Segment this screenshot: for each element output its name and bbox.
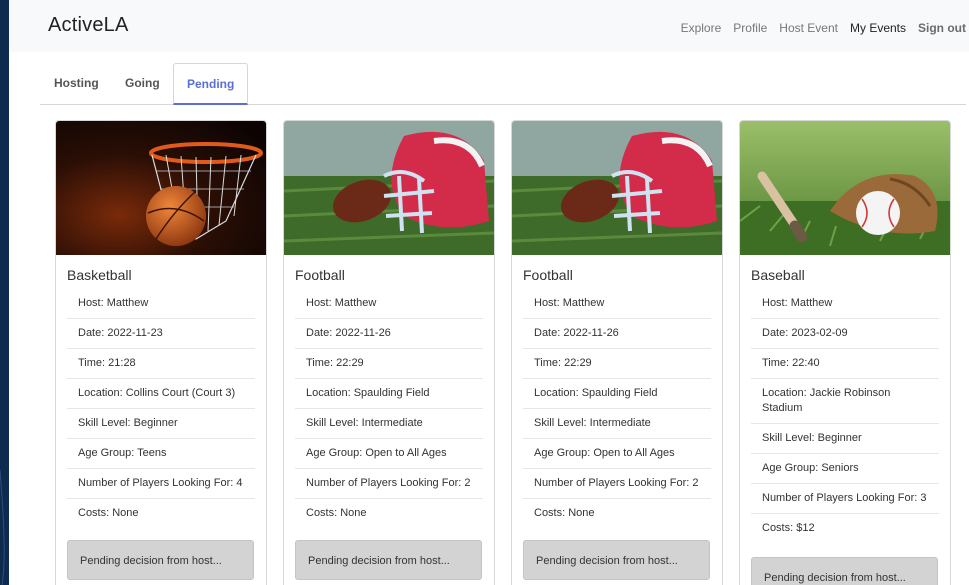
brand-logo[interactable]: ActiveLA	[48, 14, 129, 37]
date-item: Date: 2022-11-26	[523, 319, 711, 349]
host-item: Host: Matthew	[751, 289, 939, 319]
time-item: Time: 22:29	[295, 349, 483, 379]
tab-hosting[interactable]: Hosting	[54, 63, 99, 104]
tab-pending[interactable]: Pending	[173, 63, 249, 105]
host-item: Host: Matthew	[523, 289, 711, 319]
location-item: Location: Collins Court (Court 3)	[67, 379, 255, 409]
age-group-item: Age Group: Seniors	[751, 454, 939, 484]
age-group-item: Age Group: Open to All Ages	[523, 439, 711, 469]
skill-level-item: Skill Level: Beginner	[751, 424, 939, 454]
skill-level-item: Skill Level: Intermediate	[523, 409, 711, 439]
nav-host-event[interactable]: Host Event	[779, 21, 838, 35]
host-item: Host: Matthew	[67, 289, 255, 319]
navbar: ActiveLA Explore Profile Host Event My E…	[9, 0, 969, 52]
players-item: Number of Players Looking For: 2	[295, 469, 483, 499]
skill-level-item: Skill Level: Intermediate	[295, 409, 483, 439]
pending-status-button[interactable]: Pending decision from host...	[751, 557, 938, 585]
age-group-item: Age Group: Teens	[67, 439, 255, 469]
tab-going[interactable]: Going	[125, 63, 160, 104]
players-item: Number of Players Looking For: 4	[67, 469, 255, 499]
players-item: Number of Players Looking For: 3	[751, 484, 939, 514]
football-image	[284, 121, 494, 255]
costs-item: Costs: None	[78, 507, 139, 519]
event-details-list: Host: Matthew Date: 2022-11-26 Time: 22:…	[523, 289, 711, 528]
basketball-image	[56, 121, 266, 255]
time-item: Time: 22:40	[751, 349, 939, 379]
age-group-item: Age Group: Open to All Ages	[295, 439, 483, 469]
nav-sign-out[interactable]: Sign out	[918, 21, 966, 35]
event-card: Basketball Host: Matthew Date: 2022-11-2…	[55, 120, 267, 585]
skill-level-item: Skill Level: Beginner	[67, 409, 255, 439]
nav-explore[interactable]: Explore	[681, 21, 722, 35]
nav-links: Explore Profile Host Event My Events Sig…	[669, 21, 966, 35]
location-item: Location: Spaulding Field	[295, 379, 483, 409]
nav-profile[interactable]: Profile	[733, 21, 767, 35]
event-details-list: Host: Matthew Date: 2022-11-23 Time: 21:…	[67, 289, 255, 528]
card-title: Baseball	[751, 267, 805, 283]
event-card: Baseball Host: Matthew Date: 2023-02-09 …	[739, 120, 951, 585]
event-card: Football Host: Matthew Date: 2022-11-26 …	[511, 120, 723, 585]
card-title: Football	[295, 267, 345, 283]
baseball-image	[740, 121, 950, 255]
card-title: Football	[523, 267, 573, 283]
time-item: Time: 21:28	[67, 349, 255, 379]
card-title: Basketball	[67, 267, 132, 283]
date-item: Date: 2022-11-23	[67, 319, 255, 349]
event-details-list: Host: Matthew Date: 2022-11-26 Time: 22:…	[295, 289, 483, 528]
host-item: Host: Matthew	[295, 289, 483, 319]
event-tabs: Hosting Going Pending	[40, 63, 966, 105]
date-item: Date: 2022-11-26	[295, 319, 483, 349]
football-image	[512, 121, 722, 255]
costs-item: Costs: $12	[762, 522, 815, 534]
pending-status-button[interactable]: Pending decision from host...	[295, 540, 482, 580]
event-card: Football Host: Matthew Date: 2022-11-26 …	[283, 120, 495, 585]
players-item: Number of Players Looking For: 2	[523, 469, 711, 499]
date-item: Date: 2023-02-09	[751, 319, 939, 349]
costs-item: Costs: None	[306, 507, 367, 519]
location-item: Location: Jackie Robinson Stadium	[751, 379, 939, 424]
nav-my-events[interactable]: My Events	[850, 21, 906, 35]
app-window: ActiveLA Explore Profile Host Event My E…	[9, 0, 969, 585]
time-item: Time: 22:29	[523, 349, 711, 379]
location-item: Location: Spaulding Field	[523, 379, 711, 409]
pending-status-button[interactable]: Pending decision from host...	[523, 540, 710, 580]
pending-status-button[interactable]: Pending decision from host...	[67, 540, 254, 580]
event-details-list: Host: Matthew Date: 2023-02-09 Time: 22:…	[751, 289, 939, 543]
costs-item: Costs: None	[534, 507, 595, 519]
